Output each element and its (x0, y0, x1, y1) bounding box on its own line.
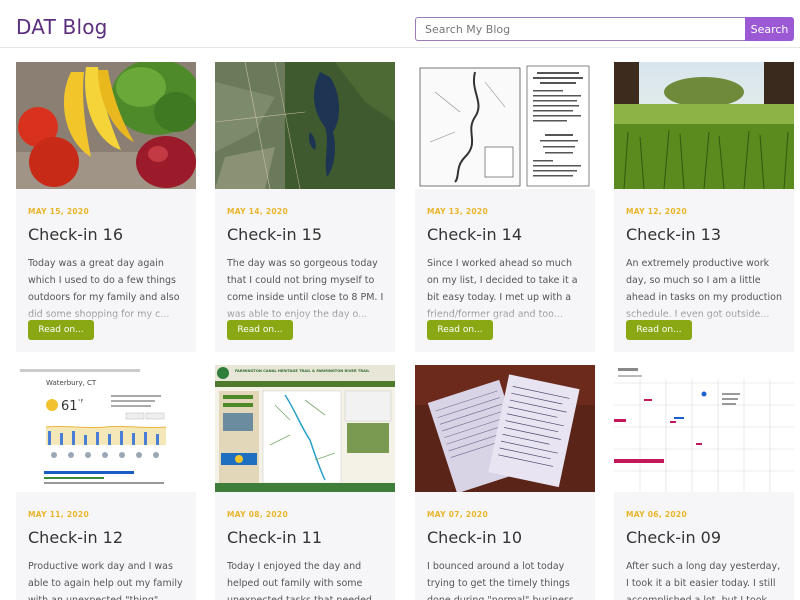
post-title[interactable]: Check-in 12 (28, 528, 123, 547)
post-thumbnail-trail-website[interactable]: FARMINGTON CANAL HERITAGE TRAIL & FARMIN… (215, 365, 395, 492)
post-card: MAY 07, 2020 Check-in 10 I bounced aroun… (415, 365, 595, 600)
read-more-button[interactable]: Read on... (227, 320, 293, 340)
post-date: MAY 15, 2020 (28, 207, 89, 216)
post-thumbnail-grass-field[interactable] (614, 62, 794, 189)
post-thumbnail-calendar[interactable] (614, 365, 794, 492)
search-button[interactable]: Search (745, 17, 794, 41)
site-header: DAT Blog Search (0, 0, 800, 48)
read-more-button[interactable]: Read on... (626, 320, 692, 340)
read-more-button[interactable]: Read on... (427, 320, 493, 340)
post-title[interactable]: Check-in 16 (28, 225, 123, 244)
post-title[interactable]: Check-in 09 (626, 528, 721, 547)
post-date: MAY 14, 2020 (227, 207, 288, 216)
post-card: FARMINGTON CANAL HERITAGE TRAIL & FARMIN… (215, 365, 395, 600)
post-date: MAY 06, 2020 (626, 510, 687, 519)
post-card: MAY 15, 2020 Check-in 16 Today was a gre… (16, 62, 196, 352)
weather-temp-unit: °F (78, 399, 84, 405)
post-thumbnail-handwritten-notes[interactable] (415, 365, 595, 492)
post-excerpt: Today I enjoyed the day and helped out f… (227, 561, 372, 600)
post-date: MAY 12, 2020 (626, 207, 687, 216)
post-date: MAY 07, 2020 (427, 510, 488, 519)
post-thumbnail-fruit-vegetables[interactable] (16, 62, 196, 189)
post-card: MAY 14, 2020 Check-in 15 The day was so … (215, 62, 395, 352)
post-excerpt: After such a long day yesterday, I took … (626, 561, 781, 600)
post-thumbnail-trail-map[interactable] (415, 62, 595, 189)
post-title[interactable]: Check-in 14 (427, 225, 522, 244)
post-card: MAY 13, 2020 Check-in 14 Since I worked … (415, 62, 595, 352)
post-title[interactable]: Check-in 11 (227, 528, 322, 547)
post-title[interactable]: Check-in 10 (427, 528, 522, 547)
post-card: MAY 06, 2020 Check-in 09 After such a lo… (614, 365, 794, 600)
post-date: MAY 11, 2020 (28, 510, 89, 519)
post-date: MAY 13, 2020 (427, 207, 488, 216)
trail-banner-heading: FARMINGTON CANAL HERITAGE TRAIL & FARMIN… (235, 369, 370, 373)
weather-temp: 61 (61, 399, 78, 414)
search-input[interactable] (415, 17, 746, 41)
post-date: MAY 08, 2020 (227, 510, 288, 519)
site-title[interactable]: DAT Blog (16, 15, 108, 39)
post-thumbnail-weather-forecast[interactable]: Waterbury, CT 61 °F (16, 365, 196, 492)
post-card: MAY 12, 2020 Check-in 13 An extremely pr… (614, 62, 794, 352)
weather-city: Waterbury, CT (46, 379, 97, 387)
post-title[interactable]: Check-in 15 (227, 225, 322, 244)
post-excerpt: I bounced around a lot today trying to g… (427, 561, 583, 600)
post-title[interactable]: Check-in 13 (626, 225, 721, 244)
read-more-button[interactable]: Read on... (28, 320, 94, 340)
post-excerpt: Productive work day and I was able to ag… (28, 561, 183, 600)
post-thumbnail-aerial-lake[interactable] (215, 62, 395, 189)
post-card: Waterbury, CT 61 °F MAY 11, 2020 Check-i… (16, 365, 196, 600)
